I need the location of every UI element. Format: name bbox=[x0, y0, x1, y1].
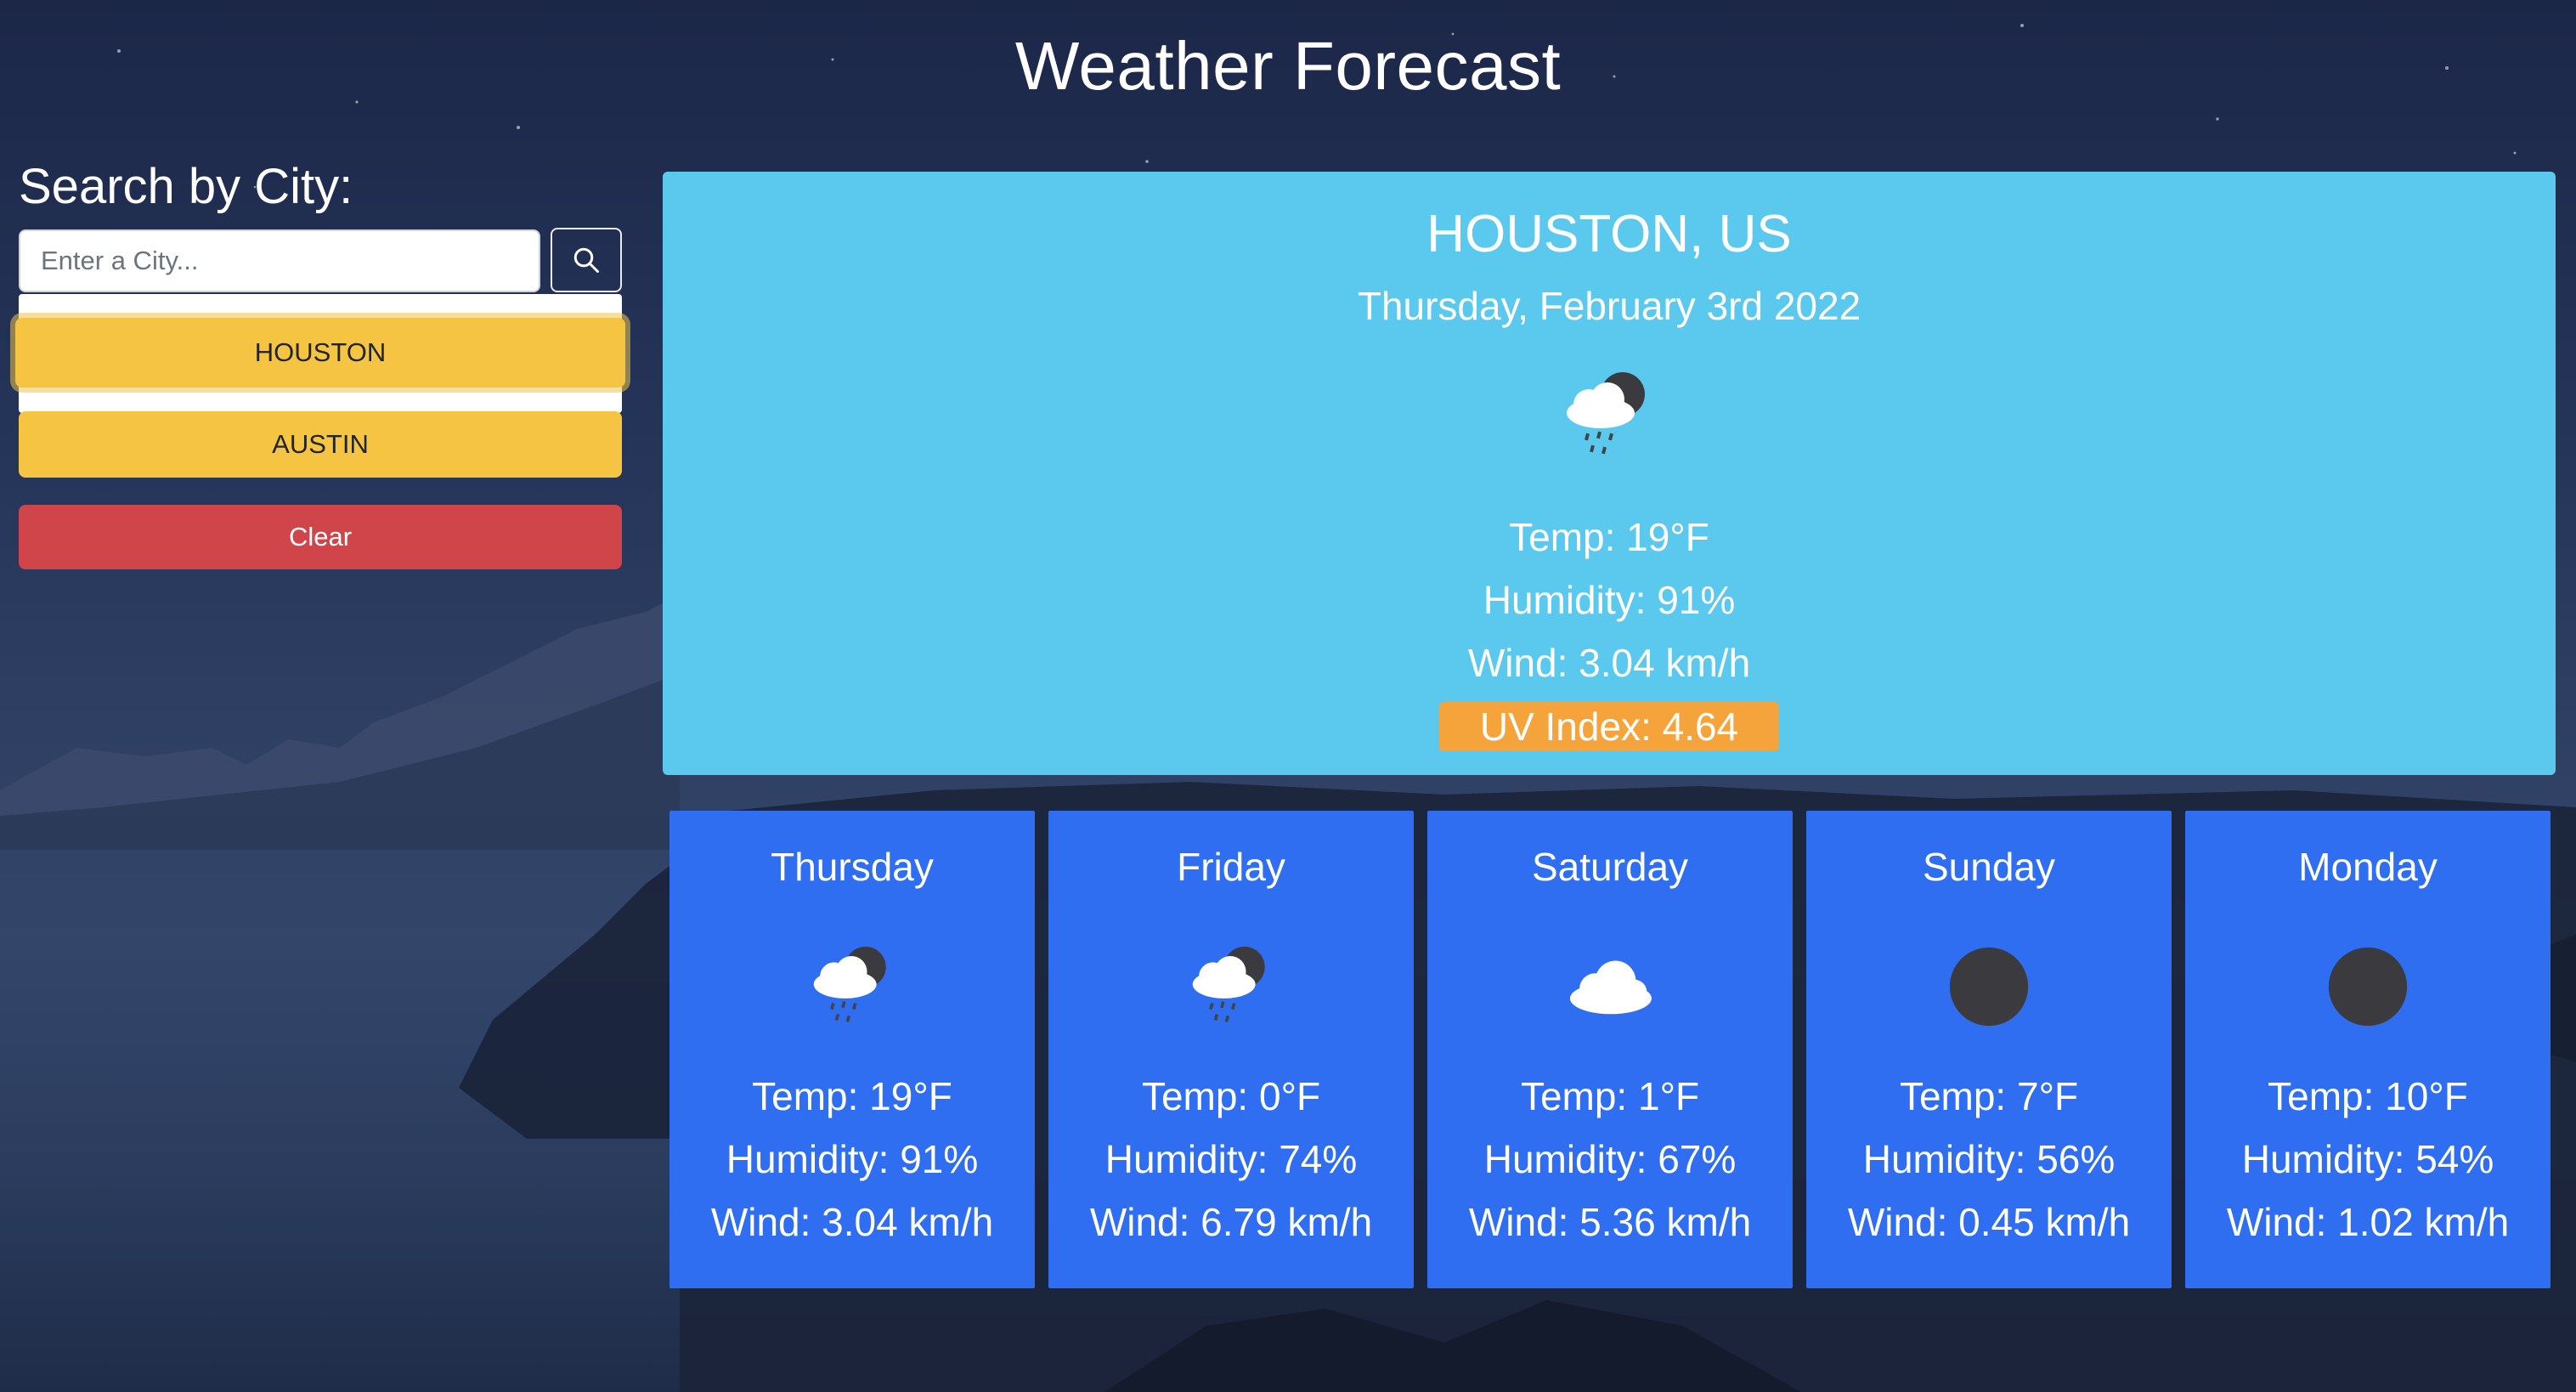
forecast-wind: Wind: 3.04 km/h bbox=[710, 1200, 994, 1244]
forecast-wind: Wind: 0.45 km/h bbox=[1847, 1200, 2131, 1244]
clear-button[interactable]: Clear bbox=[19, 505, 622, 569]
cloud-icon bbox=[1559, 940, 1661, 1033]
history-city-label: HOUSTON bbox=[254, 337, 387, 367]
forecast-card: Friday Temp: 0°F Humidity: 74% Wind: 6.7… bbox=[1048, 811, 1414, 1288]
forecast-temp: Temp: 0°F bbox=[1141, 1074, 1321, 1118]
rain-night-icon bbox=[1180, 940, 1282, 1033]
search-input[interactable] bbox=[19, 229, 540, 292]
forecast-humidity: Humidity: 54% bbox=[2241, 1137, 2494, 1181]
forecast-temp: Temp: 19°F bbox=[752, 1074, 952, 1118]
rain-night-icon bbox=[801, 940, 903, 1033]
history-city-label: AUSTIN bbox=[272, 429, 369, 459]
forecast-card: Saturday Temp: 1°F Humidity: 67% Wind: 5… bbox=[1427, 811, 1793, 1288]
forecast-wind: Wind: 6.79 km/h bbox=[1089, 1200, 1373, 1244]
forecast-temp: Temp: 7°F bbox=[1899, 1074, 2079, 1118]
forecast-card: Sunday Temp: 7°F Humidity: 56% Wind: 0.4… bbox=[1806, 811, 2172, 1288]
forecast-temp: Temp: 10°F bbox=[2268, 1074, 2468, 1118]
forecast-day: Saturday bbox=[1531, 845, 1689, 889]
forecast-wind: Wind: 1.02 km/h bbox=[2226, 1200, 2510, 1244]
current-humidity: Humidity: 91% bbox=[1483, 578, 1736, 622]
forecast-humidity: Humidity: 56% bbox=[1862, 1137, 2116, 1181]
search-label: Search by City: bbox=[19, 159, 353, 214]
forecast-day: Sunday bbox=[1922, 845, 2055, 889]
search-icon bbox=[573, 247, 599, 273]
forecast-temp: Temp: 1°F bbox=[1520, 1074, 1700, 1118]
page-title: Weather Forecast bbox=[1014, 28, 1562, 104]
forecast-day: Thursday bbox=[771, 845, 934, 889]
forecast-card: Monday Temp: 10°F Humidity: 54% Wind: 1.… bbox=[2185, 811, 2551, 1288]
clear-night-icon bbox=[2317, 940, 2419, 1033]
forecast-humidity: Humidity: 74% bbox=[1104, 1137, 1358, 1181]
clear-button-label: Clear bbox=[288, 522, 353, 552]
search-button[interactable] bbox=[551, 228, 622, 292]
current-weather-panel: HOUSTON, US Thursday, February 3rd 2022 … bbox=[663, 172, 2556, 775]
forecast-humidity: Humidity: 67% bbox=[1483, 1137, 1737, 1181]
forecast-day: Friday bbox=[1177, 845, 1285, 889]
history-city-button[interactable]: AUSTIN bbox=[19, 411, 622, 478]
current-wind: Wind: 3.04 km/h bbox=[1467, 641, 1751, 685]
history-city-button[interactable]: HOUSTON bbox=[15, 318, 625, 388]
forecast-card: Thursday Temp: 19°F Humidity: 91% Wind: … bbox=[669, 811, 1035, 1288]
current-date: Thursday, February 3rd 2022 bbox=[1357, 284, 1861, 328]
uv-index-badge: UV Index: 4.64 bbox=[1439, 702, 1779, 751]
forecast-humidity: Humidity: 91% bbox=[726, 1137, 979, 1181]
clear-night-icon bbox=[1938, 940, 2040, 1033]
current-temp: Temp: 19°F bbox=[1509, 515, 1709, 559]
forecast-day: Monday bbox=[2298, 845, 2438, 889]
current-city: HOUSTON, US bbox=[1426, 205, 1792, 263]
forecast-wind: Wind: 5.36 km/h bbox=[1468, 1200, 1752, 1244]
rain-night-icon bbox=[1553, 369, 1664, 462]
